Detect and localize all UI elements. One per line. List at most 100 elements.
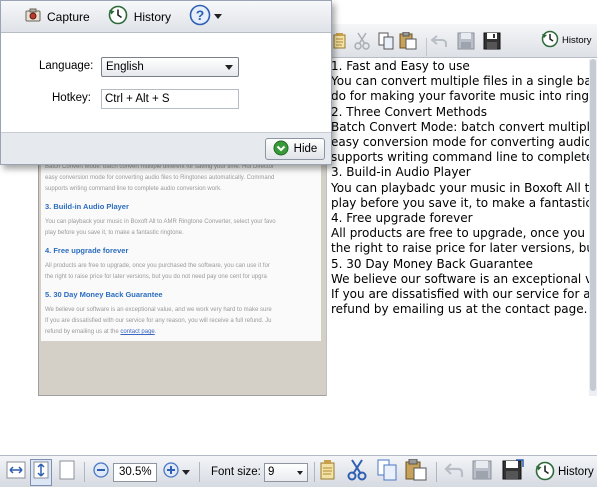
- help-menu-button[interactable]: ?: [189, 4, 223, 29]
- text-line: All products are free to upgrade, once y…: [331, 226, 591, 241]
- undo-button[interactable]: [444, 460, 464, 484]
- capture-button[interactable]: Capture: [25, 8, 90, 25]
- chevron-down-icon: [225, 65, 233, 70]
- text-line: 2. Three Convert Methods: [331, 104, 487, 119]
- text-line: You can playbadc your music in Boxoft Al…: [331, 180, 591, 195]
- hotkey-field[interactable]: Ctrl + Alt + S: [101, 89, 239, 109]
- preview-heading: 4. Free upgrade forever: [45, 246, 129, 255]
- clock-icon: [108, 5, 128, 28]
- preview-text: .: [154, 329, 157, 335]
- language-value: English: [106, 61, 144, 73]
- language-select[interactable]: English: [101, 57, 239, 77]
- history-button[interactable]: History: [541, 30, 592, 51]
- chevron-down-icon: [182, 469, 190, 475]
- preview-heading: 3. Build-in Audio Player: [45, 202, 129, 211]
- paste-icon[interactable]: [399, 31, 417, 55]
- hide-button[interactable]: Hide: [265, 138, 325, 160]
- toolbar-separator: [84, 462, 85, 482]
- chevron-down-circle-icon: [273, 140, 289, 159]
- zoom-in-button[interactable]: [162, 460, 180, 484]
- popup-footer: Hide: [1, 132, 331, 164]
- text-line: 5. 30 Day Money Back Guarantee: [331, 256, 534, 271]
- help-icon: ?: [189, 4, 211, 29]
- zoom-level-field[interactable]: 30.5%: [113, 463, 157, 482]
- edit-button[interactable]: [320, 459, 336, 485]
- paste-button[interactable]: [405, 458, 427, 486]
- recognized-text-pane[interactable]: History 1. Fast and Easy to use You can …: [326, 24, 597, 396]
- toolbar-separator: [426, 38, 427, 56]
- save-as-icon[interactable]: [483, 32, 501, 55]
- preview-heading: 5. 30 Day Money Back Guarantee: [45, 290, 163, 299]
- font-size-select[interactable]: 9: [264, 463, 308, 482]
- history-button[interactable]: History: [535, 460, 594, 484]
- popup-toolbar: Capture History ?: [1, 1, 331, 33]
- save-icon[interactable]: [457, 32, 475, 55]
- chevron-down-icon: [214, 14, 223, 19]
- save-as-button[interactable]: [502, 458, 524, 486]
- save-button[interactable]: [472, 460, 492, 484]
- vertical-scrollbar[interactable]: [589, 59, 597, 396]
- toolbar-separator: [199, 462, 200, 482]
- save-icon: [472, 460, 492, 485]
- preview-line: All products are free to upgrade, once y…: [45, 263, 270, 269]
- preview-line: play before you save it, to make a fanta…: [45, 230, 184, 236]
- svg-text:?: ?: [196, 7, 205, 23]
- camera-icon: [25, 8, 41, 25]
- chevron-down-icon: [297, 471, 303, 475]
- paste-icon: [405, 458, 427, 486]
- text-line: Batch Convert Mode: batch convert multip…: [331, 119, 591, 134]
- copy-button[interactable]: [376, 459, 398, 486]
- text-line: We believe our software is an exceptiona…: [331, 271, 591, 286]
- cut-icon: [346, 458, 368, 486]
- preview-line: refund by emailing us at the contact pag…: [45, 328, 321, 337]
- clock-icon: [535, 461, 555, 484]
- fit-height-icon: [30, 458, 52, 486]
- undo-icon: [444, 461, 464, 484]
- preview-text: refund by emailing us at the: [45, 329, 121, 335]
- preview-line: easy conversion mode for converting audi…: [45, 175, 275, 181]
- edit-icon: [320, 459, 336, 485]
- preview-line: If you are dissatisfied with our service…: [45, 318, 272, 324]
- text-line: the right to raise price for later versi…: [331, 241, 591, 256]
- capture-label: Capture: [47, 9, 90, 24]
- history-button[interactable]: History: [108, 5, 171, 28]
- preview-line: supports writing command line to complet…: [45, 186, 222, 192]
- preview-line: You can playback your music in Boxoft Al…: [45, 219, 276, 225]
- text-line: do for making your favorite music into r…: [331, 89, 591, 104]
- font-size-label: Font size:: [211, 466, 261, 478]
- undo-icon[interactable]: [430, 34, 447, 53]
- text-line: 4. Free upgrade forever: [331, 211, 473, 226]
- toolbar-separator: [436, 462, 437, 482]
- cut-button[interactable]: [346, 458, 368, 486]
- text-toolbar: History: [327, 24, 597, 58]
- text-line: supports writing command line to complet…: [331, 150, 591, 165]
- fit-width-button[interactable]: [6, 460, 26, 484]
- toolbar-separator: [314, 462, 315, 482]
- recognized-text[interactable]: 1. Fast and Easy to use You can convert …: [331, 59, 591, 389]
- history-label: History: [562, 35, 592, 46]
- clock-icon: [541, 30, 559, 51]
- font-size-value: 9: [268, 466, 275, 478]
- copy-icon: [376, 459, 398, 486]
- scrollbar-thumb[interactable]: [590, 59, 596, 391]
- text-line: play before you save it, to make a fanta…: [331, 195, 591, 210]
- preview-line: We believe our software is an exceptiona…: [45, 307, 272, 313]
- copy-icon[interactable]: [377, 32, 395, 55]
- cut-icon[interactable]: [353, 32, 371, 55]
- history-label: History: [133, 9, 172, 24]
- text-line: 1. Fast and Easy to use: [331, 59, 470, 73]
- zoom-out-button[interactable]: [92, 460, 110, 484]
- text-line: You can convert multiple files in a sing…: [331, 74, 591, 89]
- text-line: If you are dissatisfied with our service…: [331, 287, 591, 302]
- zoom-menu-button[interactable]: [182, 460, 190, 484]
- hotkey-label: Hotkey:: [52, 92, 91, 104]
- language-label: Language:: [39, 60, 94, 72]
- contact-page-link[interactable]: contact page: [120, 329, 154, 335]
- edit-icon[interactable]: [333, 33, 347, 54]
- save-as-icon: [502, 458, 524, 486]
- hide-label: Hide: [293, 143, 318, 155]
- fit-height-button[interactable]: [30, 458, 52, 486]
- actual-size-button[interactable]: [58, 460, 76, 484]
- zoom-in-icon: [162, 461, 180, 484]
- history-label: History: [558, 466, 594, 478]
